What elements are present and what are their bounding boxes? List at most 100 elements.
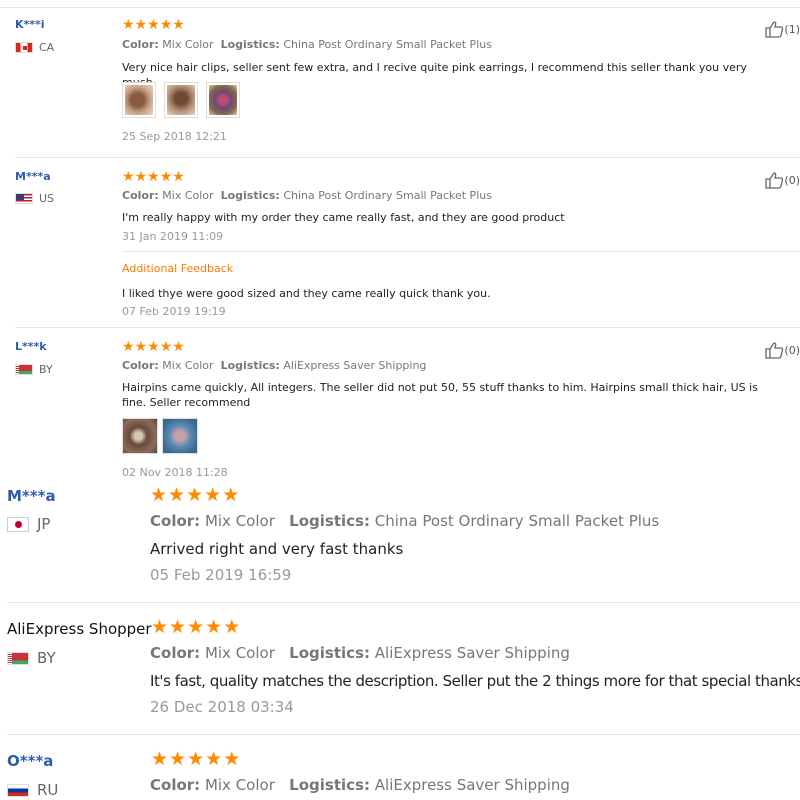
star-icon: ★ [159, 17, 173, 33]
country-code: BY [39, 363, 53, 376]
thumbs-up-icon [765, 172, 784, 189]
star-icon: ★ [147, 17, 160, 33]
review-date: 05 Feb 2019 16:59 [150, 566, 292, 584]
star-icon: ★ [172, 169, 185, 185]
star-icon: ★ [223, 616, 241, 638]
helpful-count: (1) [784, 22, 800, 36]
star-icon: ★ [159, 169, 173, 185]
reviewer-country: RU [7, 781, 58, 799]
country-code: RU [37, 781, 59, 799]
review-text: Hairpins came quickly, All integers. The… [122, 381, 758, 409]
thumbs-up-icon [765, 21, 784, 38]
color-value: Mix Color [162, 359, 214, 372]
review-photo[interactable] [164, 82, 198, 118]
review-text: It's fast, quality matches the descripti… [150, 672, 800, 690]
star-icon: ★ [186, 484, 204, 506]
star-icon: ★ [172, 339, 185, 355]
logistics-value: AliExpress Saver Shipping [374, 644, 570, 662]
review-photo[interactable] [206, 82, 240, 118]
order-info: Color: Mix Color Logistics: AliExpress S… [150, 644, 570, 662]
review-item: M***a JP ★ ★ ★ ★ ★ Color: Mix Color Logistic… [0, 480, 800, 604]
country-code: JP [37, 515, 51, 533]
logistics-label: Logistics: [220, 359, 280, 372]
flag-ru-icon [7, 783, 29, 797]
star-icon: ★ [147, 169, 160, 185]
reviewer-name[interactable]: M***a [7, 487, 56, 505]
reviewer-name[interactable]: O***a [7, 752, 53, 770]
review-item: K***i CA ★ ★ ★ ★ ★ Color: Mix Color Logistic… [0, 0, 800, 158]
star-icon: ★ [172, 17, 185, 33]
review-date: 31 Jan 2019 11:09 [122, 230, 224, 243]
divider [122, 251, 800, 252]
star-rating: ★ ★ ★ ★ ★ [151, 618, 241, 637]
flag-jp-icon [7, 516, 29, 532]
reviewer-name[interactable]: L***k [15, 340, 47, 353]
star-rating: ★ ★ ★ ★ ★ [122, 18, 185, 32]
color-value: Mix Color [162, 38, 214, 51]
star-rating: ★ ★ ★ ★ ★ [122, 340, 185, 354]
logistics-label: Logistics: [289, 776, 370, 794]
country-code: BY [37, 649, 56, 667]
country-code: CA [39, 41, 55, 54]
divider [7, 734, 800, 735]
reviewer-name[interactable]: AliExpress Shopper [7, 620, 152, 638]
star-icon: ★ [134, 169, 148, 185]
divider [0, 7, 800, 8]
review-photos [122, 82, 240, 118]
logistics-value: China Post Ordinary Small Packet Plus [283, 189, 492, 202]
star-icon: ★ [168, 484, 186, 506]
reviewer-country: BY [7, 649, 56, 667]
review-item: O***a RU ★ ★ ★ ★ ★ Color: Mix Color Logistic… [0, 736, 800, 800]
reviewer-name[interactable]: M***a [15, 170, 51, 183]
color-label: Color: [122, 38, 159, 51]
logistics-label: Logistics: [220, 189, 280, 202]
star-icon: ★ [122, 169, 135, 185]
color-value: Mix Color [204, 776, 275, 794]
star-rating: ★ ★ ★ ★ ★ [150, 486, 240, 505]
star-icon: ★ [151, 616, 169, 638]
order-info: Color: Mix Color Logistics: China Post O… [122, 189, 492, 202]
logistics-value: China Post Ordinary Small Packet Plus [283, 38, 492, 51]
star-rating: ★ ★ ★ ★ ★ [122, 170, 185, 184]
star-icon: ★ [150, 484, 168, 506]
flag-us-icon [15, 193, 33, 204]
helpful-count: (0) [784, 343, 800, 357]
review-item: AliExpress Shopper BY ★ ★ ★ ★ ★ Color: Mix C… [0, 604, 800, 736]
reviewer-country: CA [15, 41, 54, 54]
star-icon: ★ [151, 748, 169, 770]
reviewer-country: US [15, 192, 54, 205]
color-label: Color: [122, 359, 159, 372]
star-icon: ★ [147, 339, 160, 355]
order-info: Color: Mix Color Logistics: AliExpress S… [122, 359, 426, 372]
review-item: L***k BY ★ ★ ★ ★ ★ Color: Mix Color Logistic… [0, 328, 800, 480]
helpful-button[interactable]: (1) [764, 20, 800, 38]
star-icon: ★ [187, 748, 205, 770]
color-label: Color: [122, 189, 159, 202]
flag-by-icon [7, 651, 29, 665]
reviewer-country: BY [15, 363, 53, 376]
star-icon: ★ [169, 616, 187, 638]
color-label: Color: [150, 644, 201, 662]
star-icon: ★ [122, 339, 135, 355]
star-icon: ★ [205, 616, 223, 638]
additional-feedback-text: I liked thye were good sized and they ca… [122, 287, 491, 300]
star-icon: ★ [187, 616, 205, 638]
helpful-count: (0) [784, 173, 800, 187]
star-icon: ★ [159, 339, 173, 355]
star-icon: ★ [222, 484, 240, 506]
review-photo[interactable] [162, 418, 198, 454]
logistics-label: Logistics: [220, 38, 280, 51]
star-rating: ★ ★ ★ ★ ★ [151, 750, 241, 769]
review-item: M***a US ★ ★ ★ ★ ★ Color: Mix Color Logistic… [0, 158, 800, 328]
review-photo[interactable] [122, 82, 156, 118]
helpful-button[interactable]: (0) [764, 171, 800, 189]
helpful-button[interactable]: (0) [764, 341, 800, 359]
reviewer-name[interactable]: K***i [15, 18, 45, 31]
star-icon: ★ [205, 748, 223, 770]
review-photo[interactable] [122, 418, 158, 454]
thumbs-up-icon [765, 342, 784, 359]
logistics-value: China Post Ordinary Small Packet Plus [374, 512, 660, 530]
star-icon: ★ [169, 748, 187, 770]
order-info: Color: Mix Color Logistics: China Post O… [150, 512, 659, 530]
star-icon: ★ [204, 484, 222, 506]
